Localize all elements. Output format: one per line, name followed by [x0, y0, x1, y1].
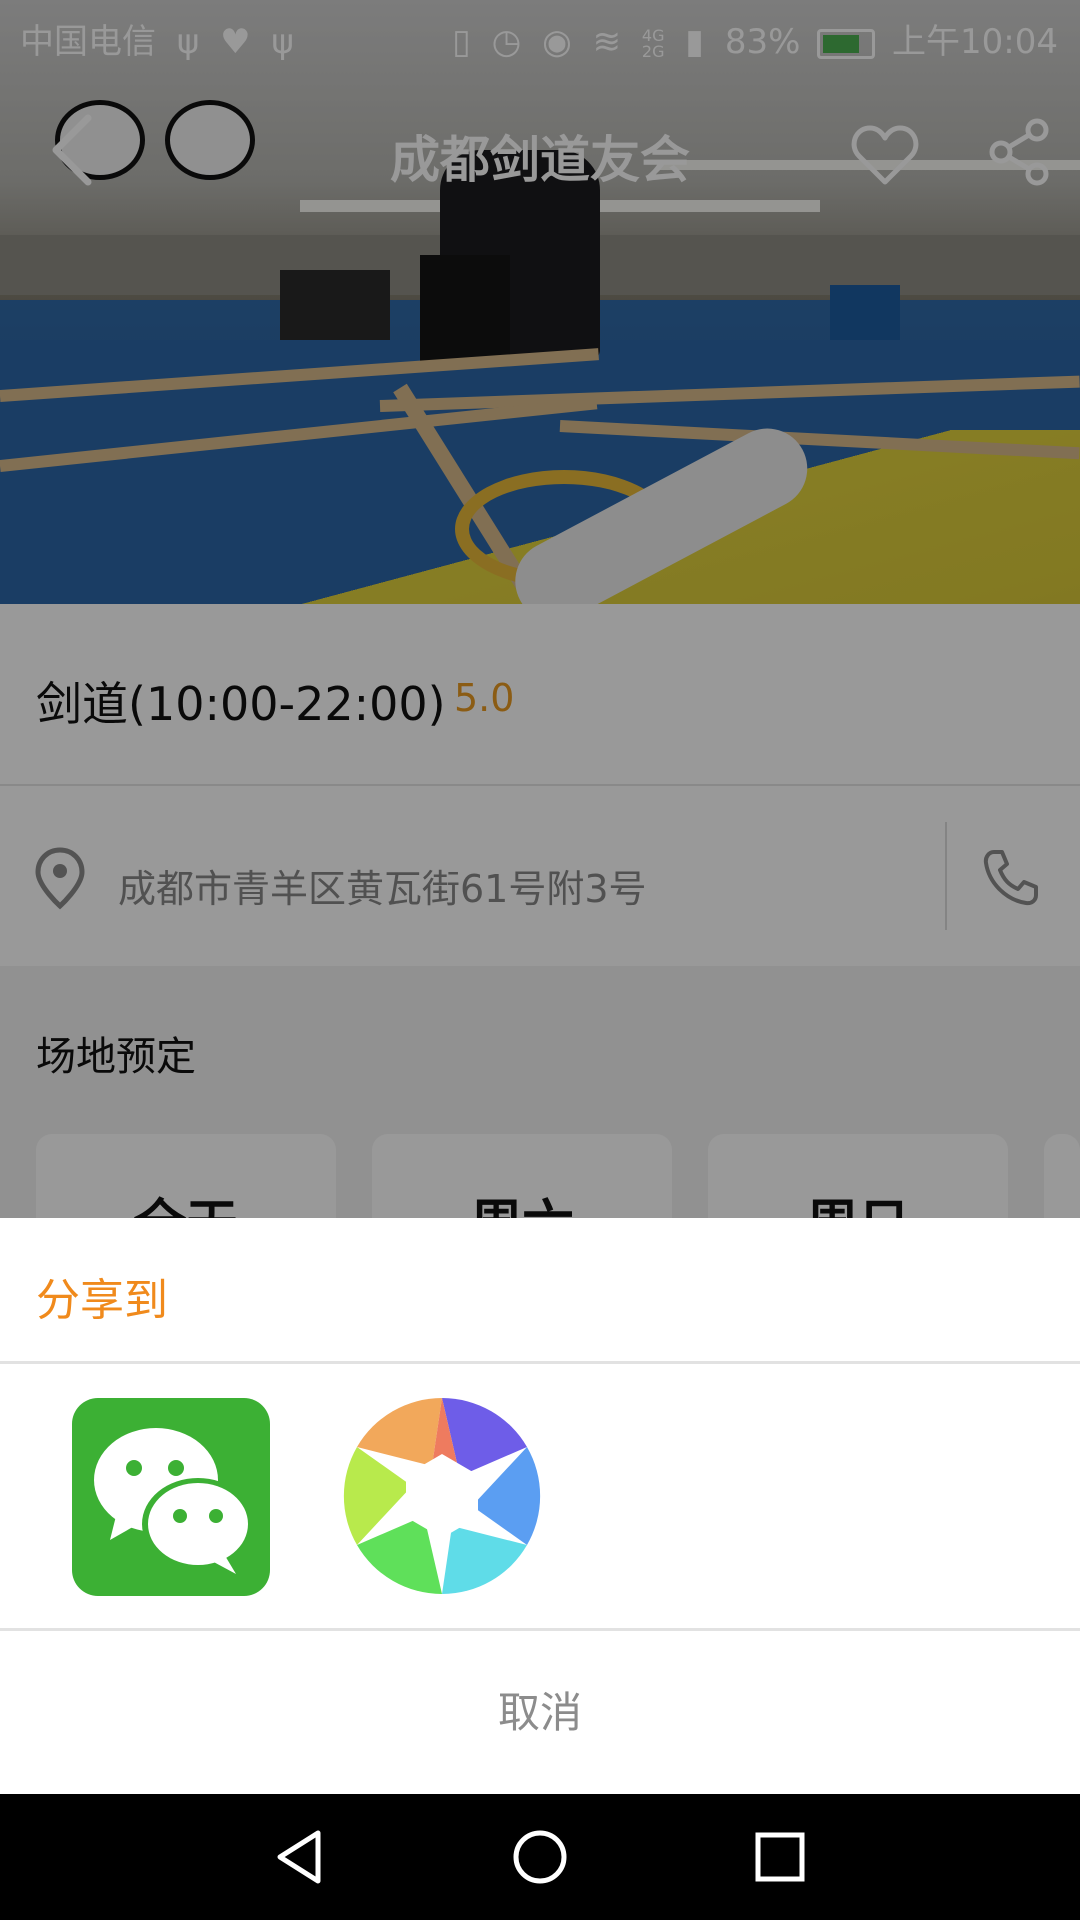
nav-recents-icon [755, 1832, 805, 1882]
nav-back-button[interactable] [270, 1827, 330, 1887]
nav-back-icon [277, 1830, 321, 1884]
share-sheet-title: 分享到 [36, 1275, 168, 1326]
wechat-icon [94, 1428, 254, 1574]
cancel-button[interactable]: 取消 [0, 1631, 1080, 1794]
nav-home-icon [513, 1830, 567, 1884]
cancel-label: 取消 [497, 1688, 582, 1737]
nav-home-button[interactable] [510, 1827, 570, 1887]
sheet-divider [0, 1361, 1080, 1364]
modal-backdrop[interactable] [0, 0, 1080, 1218]
moments-icon [343, 1397, 541, 1595]
share-sheet: 分享到 取消 [0, 1218, 1080, 1794]
share-wechat-button[interactable] [72, 1398, 270, 1596]
share-moments-button[interactable] [342, 1396, 542, 1596]
system-nav-bar [0, 1794, 1080, 1920]
nav-recents-button[interactable] [750, 1827, 810, 1887]
